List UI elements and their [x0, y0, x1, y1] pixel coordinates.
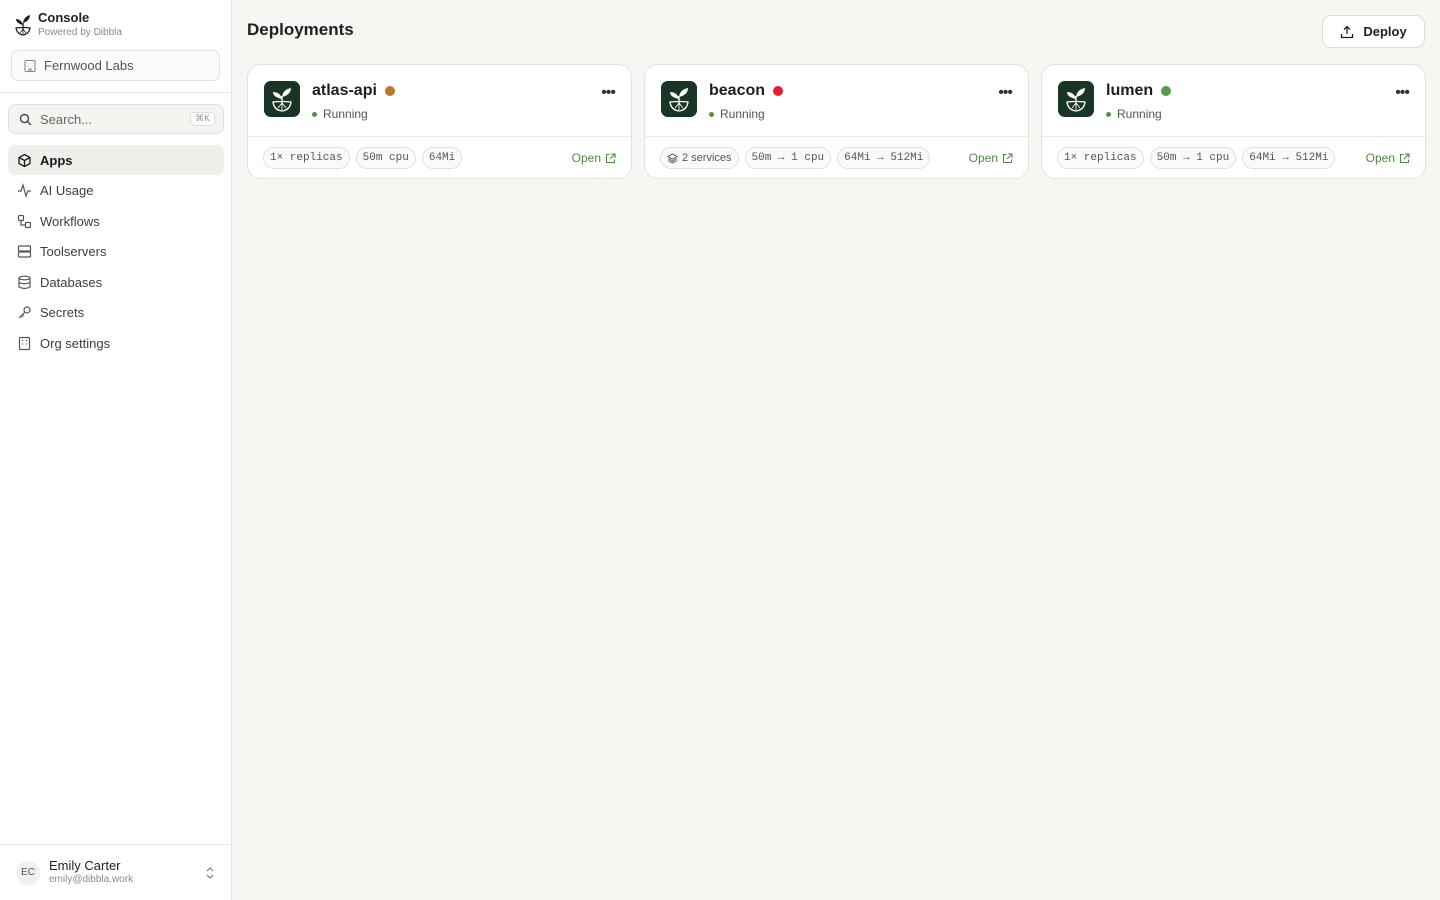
open-label: Open — [1365, 151, 1395, 165]
status-dot — [312, 111, 317, 117]
sidebar: Console Powered by Dibbla Fernwood Labs … — [0, 0, 232, 900]
external-link-icon — [1002, 152, 1013, 163]
app-logo-icon — [264, 81, 300, 117]
sidebar-nav: Apps AI Usage Workflows Toolservers Data… — [8, 145, 224, 359]
deploy-button[interactable]: Deploy — [1322, 15, 1425, 48]
deployment-status: Running — [1106, 107, 1162, 121]
box-icon — [18, 153, 31, 167]
sidebar-item-apps[interactable]: Apps — [8, 145, 224, 175]
sidebar-item-toolservers[interactable]: Toolservers — [8, 237, 224, 267]
search-shortcut: ⌘K — [190, 112, 215, 126]
sidebar-item-label: Toolservers — [40, 244, 107, 260]
layers-icon — [667, 152, 678, 164]
sidebar-item-workflows[interactable]: Workflows — [8, 206, 224, 236]
replicas-chip: 1× replicas — [1057, 147, 1144, 169]
brand-title: Console — [38, 10, 90, 25]
user-name: Emily Carter — [49, 858, 121, 873]
deployment-card-beacon[interactable]: beacon Running ••• 2 services 50m → 1 cp… — [644, 64, 1029, 179]
deployment-name: beacon — [709, 82, 766, 99]
open-label: Open — [571, 151, 601, 165]
divider — [1042, 136, 1425, 137]
avatar: EC — [16, 860, 40, 885]
external-link-icon — [605, 152, 616, 163]
status-label: Running — [323, 107, 368, 121]
cpu-chip: 50m cpu — [355, 147, 416, 169]
status-dot — [1106, 111, 1111, 117]
divider — [645, 136, 1028, 137]
open-link[interactable]: Open — [1366, 151, 1410, 165]
sidebar-item-secrets[interactable]: Secrets — [8, 298, 224, 328]
sidebar-item-label: Apps — [40, 152, 73, 168]
cpu-chip: 50m → 1 cpu — [744, 147, 832, 169]
org-switcher[interactable]: Fernwood Labs — [11, 50, 220, 81]
deploy-button-label: Deploy — [1363, 24, 1407, 39]
sidebar-item-ai-usage[interactable]: AI Usage — [8, 176, 224, 206]
sidebar-item-org-settings[interactable]: Org settings — [8, 329, 224, 359]
server-icon — [17, 245, 32, 258]
deployment-name: lumen — [1106, 82, 1154, 99]
org-name: Fernwood Labs — [44, 58, 134, 73]
deployment-name: atlas-api — [312, 82, 377, 99]
services-count: 2 services — [682, 152, 732, 164]
search-icon — [19, 113, 32, 125]
status-label: Running — [720, 107, 765, 121]
status-dot — [709, 111, 714, 117]
deployment-status: Running — [312, 107, 368, 121]
sidebar-item-label: AI Usage — [40, 183, 94, 199]
building-icon — [18, 336, 31, 351]
key-icon — [18, 306, 31, 319]
sidebar-item-label: Secrets — [40, 305, 85, 321]
services-chip: 2 services — [660, 147, 739, 169]
status-label: Running — [1117, 107, 1162, 121]
search-input[interactable]: Search... ⌘K — [8, 104, 224, 134]
app-logo-icon — [661, 81, 697, 117]
building-icon — [24, 59, 36, 72]
deployment-status: Running — [709, 107, 765, 121]
memory-chip: 64Mi — [421, 147, 463, 169]
more-options-icon[interactable]: ••• — [998, 84, 1013, 102]
memory-chip: 64Mi → 512Mi — [837, 147, 931, 169]
deployment-card-lumen[interactable]: lumen Running ••• 1× replicas 50m → 1 cp… — [1041, 64, 1426, 179]
sidebar-item-label: Databases — [40, 274, 103, 290]
chevron-up-down-icon — [206, 867, 214, 879]
database-icon — [18, 275, 31, 289]
open-link[interactable]: Open — [572, 151, 616, 165]
open-link[interactable]: Open — [969, 151, 1013, 165]
sidebar-item-databases[interactable]: Databases — [8, 267, 224, 297]
sidebar-item-label: Workflows — [40, 213, 100, 229]
app-logo-icon — [1058, 81, 1094, 117]
cpu-chip: 50m → 1 cpu — [1149, 147, 1237, 169]
replicas-chip: 1× replicas — [263, 147, 350, 169]
open-label: Open — [968, 151, 998, 165]
brand[interactable]: Console Powered by Dibbla — [14, 10, 122, 39]
deployment-cards: atlas-api Running ••• 1× replicas 50m cp… — [247, 64, 1426, 179]
health-dot — [773, 86, 784, 96]
workflow-icon — [17, 214, 32, 228]
sidebar-item-label: Org settings — [40, 336, 111, 352]
divider — [0, 92, 231, 93]
more-options-icon[interactable]: ••• — [1395, 84, 1410, 102]
health-dot — [1161, 86, 1172, 96]
page-title: Deployments — [247, 20, 354, 39]
external-link-icon — [1399, 152, 1410, 163]
deployment-card-atlas-api[interactable]: atlas-api Running ••• 1× replicas 50m cp… — [247, 64, 632, 179]
user-email: emily@dibbla.work — [49, 874, 134, 885]
sprout-logo-icon — [15, 15, 31, 36]
more-options-icon[interactable]: ••• — [601, 84, 616, 102]
search-placeholder: Search... — [40, 111, 93, 127]
upload-icon — [1341, 25, 1354, 38]
divider — [248, 136, 631, 137]
activity-icon — [18, 183, 31, 198]
memory-chip: 64Mi → 512Mi — [1242, 147, 1336, 169]
user-menu[interactable]: EC Emily Carter emily@dibbla.work — [0, 844, 231, 900]
health-dot — [384, 86, 395, 96]
brand-subtitle: Powered by Dibbla — [38, 27, 122, 38]
